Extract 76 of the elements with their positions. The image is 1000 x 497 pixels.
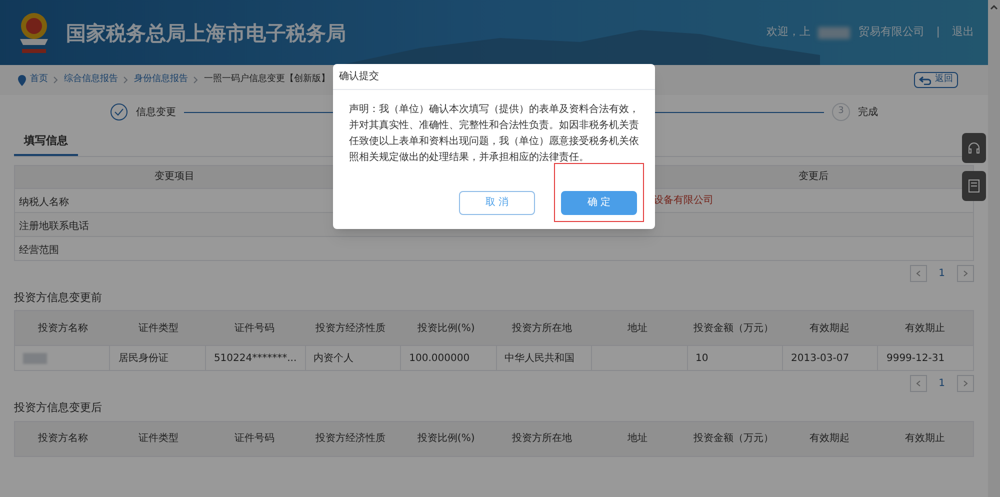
breadcrumb-link[interactable]: 身份信息报告 [134,73,188,87]
next-page-button[interactable] [957,375,974,392]
previous-page-button[interactable] [910,375,927,392]
chevron-icon [53,76,59,84]
column-header: 投资方名称 [36,432,89,445]
page-number[interactable]: 1 [938,266,945,280]
site-title: 国家税务总局上海市电子税务局 [66,20,346,46]
column-header: 有效期起 [808,432,850,445]
previous-page-button[interactable] [910,264,927,282]
confirm-button[interactable]: 确 定 [561,190,637,214]
separator: | [936,24,940,40]
chevron-icon [193,76,199,84]
next-page-button[interactable] [957,264,974,282]
table-cell-text: 中华人民共和国 [504,352,575,366]
table-cell: 经营范围 [19,245,59,256]
return-arrow-icon [919,76,931,84]
column-header: 投资方经济性质 [314,432,386,445]
section-title: 投资方信息变更前 [13,290,103,306]
back-button[interactable]: 返回 [914,72,958,88]
chevron-left-icon [916,380,921,387]
column-header: 证件号码 [233,322,276,334]
page-number[interactable]: 1 [938,376,945,391]
breadcrumb-link[interactable]: 首页 [30,73,48,87]
dialog-title: 确认提交 [333,64,655,90]
column-header: 证件类型 [138,432,180,445]
section-title: 投资方信息变更后 [13,400,103,416]
column-header: 投资金额（万元） [692,432,774,445]
breadcrumb-link[interactable]: 一照一码户信息变更【创新版】 [204,73,330,87]
table-cell-text: 10 [696,352,708,366]
column-header: 投资方经济性质 [314,322,386,334]
guide-button[interactable] [962,171,986,201]
column-header: 地址 [626,432,649,445]
chevron-icon [123,76,129,84]
table-cell-text: 内资个人 [314,352,354,366]
column-header: 有效期止 [904,432,946,445]
headset-icon [967,141,981,155]
column-header: 投资比例(%) [416,432,476,445]
column-header: 证件号码 [233,432,276,445]
column-header: 投资方名称 [36,322,89,334]
column-header: 有效期起 [808,322,850,334]
scroll-up-icon [990,4,998,10]
welcome-text: 欢迎，上 [766,24,810,40]
column-header: 变更后 [797,170,830,184]
chevron-left-icon [916,270,921,276]
chevron-right-icon [963,380,968,387]
breadcrumb-link[interactable]: 综合信息报告 [64,73,118,87]
table-cell-text: 9999-12-31 [886,352,945,366]
book-icon [968,179,980,193]
column-header: 投资方所在地 [510,322,573,334]
chevron-right-icon [963,270,968,276]
table-cell-text: 居民身份证 [118,352,168,366]
check-circle-icon [110,103,128,121]
tab[interactable]: 填写信息 [14,129,78,156]
table-cell-text: 510224*******... [214,352,297,366]
redacted-company-name [818,26,850,38]
location-pin-icon [18,74,26,86]
step-number: 3 [832,103,850,121]
headset-button[interactable] [962,133,986,163]
logout-link[interactable]: 退出 [952,24,974,41]
scrollbar[interactable] [988,0,1000,497]
column-header: 变更项目 [154,170,196,184]
column-header: 有效期止 [904,322,946,334]
column-header: 地址 [626,322,649,334]
declaration-text: 声明：我（单位）确认本次填写（提供）的表单及资料合法有效，并对其真实性、准确性、完整性和合法性负责。如因非税务机关责任致使以上表单和资料出现问题，我（单位）愿意接受税务机关依照相关规定做出的处理结果，并承担相应的法律责任。 [348,102,640,165]
company-name: 贸易有限公司 [858,24,924,40]
column-header: 投资比例(%) [416,322,476,334]
table-cell: 纳税人名称 [19,197,69,208]
table-cell: 注册地联系电话 [19,221,89,232]
table-cell-text: 2013-03-07 [791,352,850,366]
table-cell-text: 100.000000 [409,352,470,366]
column-header: 投资金额（万元） [692,322,774,334]
column-header: 投资方所在地 [510,432,573,445]
step-label: 完成 [858,106,878,120]
column-header: 证件类型 [138,322,180,334]
cancel-button[interactable]: 取 消 [459,190,535,214]
step-label: 信息变更 [136,106,176,120]
